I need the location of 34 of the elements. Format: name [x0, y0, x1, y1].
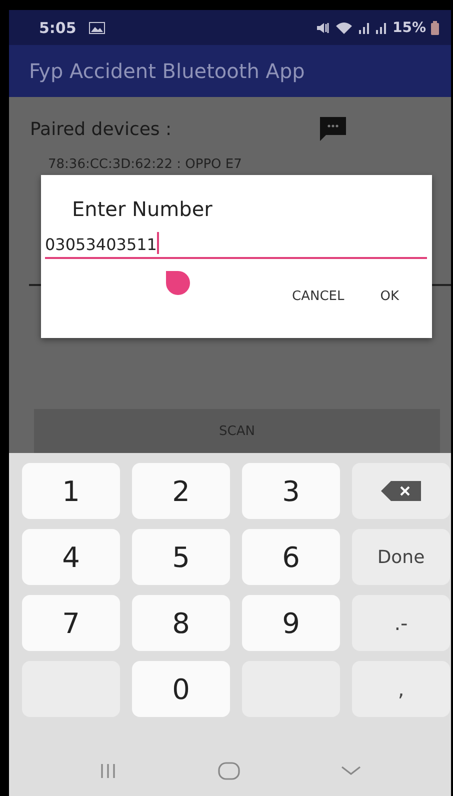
battery-icon: [431, 20, 439, 34]
keyboard-key[interactable]: 7: [22, 595, 120, 651]
home-icon[interactable]: [218, 762, 240, 780]
dialog-button[interactable]: OK: [372, 283, 407, 310]
number-input-field[interactable]: 03053403511: [45, 233, 427, 259]
keyboard-key[interactable]: 4: [22, 529, 120, 585]
paired-devices-label: Paired devices :: [30, 118, 172, 140]
keyboard-key[interactable]: ,: [352, 661, 450, 717]
cursor-handle[interactable]: [166, 271, 190, 295]
signal-icon: [375, 22, 388, 34]
dialog-button[interactable]: CANCEL: [284, 283, 352, 310]
signal-icon: [358, 22, 370, 34]
keyboard-key[interactable]: Done: [352, 529, 450, 585]
app-title: Fyp Accident Bluetooth App: [29, 59, 305, 83]
battery-percent: 15%: [392, 20, 426, 36]
chat-icon[interactable]: [320, 117, 346, 141]
dialog-title: Enter Number: [72, 197, 214, 221]
keyboard-key[interactable]: 6: [242, 529, 340, 585]
wifi-icon: [335, 20, 354, 34]
backspace-key[interactable]: [352, 463, 450, 519]
keyboard-key[interactable]: 0: [132, 661, 230, 717]
keyboard-key[interactable]: 9: [242, 595, 340, 651]
chevron-down-icon[interactable]: [340, 766, 361, 776]
image-icon: [89, 22, 106, 34]
status-time: 5:05: [39, 18, 76, 36]
keyboard-key[interactable]: .-: [352, 595, 450, 651]
recents-icon[interactable]: [99, 762, 118, 778]
mute-icon: [316, 22, 330, 34]
keyboard-key[interactable]: 3: [242, 463, 340, 519]
keyboard-key[interactable]: 8: [132, 595, 230, 651]
keyboard-key[interactable]: 2: [132, 463, 230, 519]
backspace-icon: [381, 481, 421, 501]
keyboard-key[interactable]: 5: [132, 529, 230, 585]
keyboard-key[interactable]: 1: [22, 463, 120, 519]
